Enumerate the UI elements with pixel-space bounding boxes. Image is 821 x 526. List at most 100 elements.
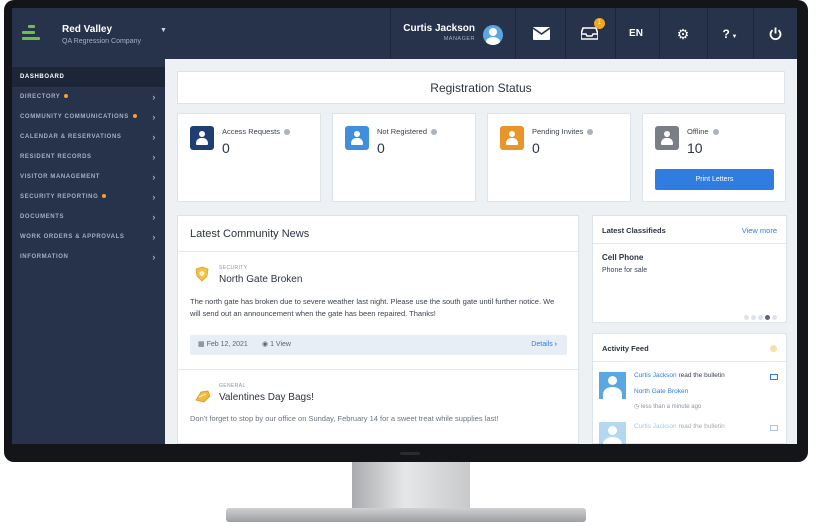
- sidebar: DASHBOARD DIRECTORY › COMMUNITY COMMUNICA…: [12, 59, 165, 444]
- chevron-right-icon: ›: [152, 152, 156, 162]
- divider: [178, 369, 578, 370]
- news-views: 1 View: [270, 341, 291, 348]
- chevron-right-icon: ›: [152, 132, 156, 142]
- settings-icon[interactable]: ⚙: [672, 24, 694, 44]
- sidebar-item-community-communications[interactable]: COMMUNITY COMMUNICATIONS ›: [12, 107, 165, 127]
- classified-title[interactable]: Cell Phone: [602, 253, 643, 262]
- user-role: MANAGER: [443, 36, 475, 42]
- info-icon[interactable]: [431, 129, 438, 136]
- news-body: The north gate has broken due to severe …: [190, 297, 555, 318]
- activity-feed-panel: Activity Feed Curtis Jackson read the bu…: [592, 333, 787, 444]
- police-badge-icon: [194, 266, 210, 282]
- divider: [390, 8, 391, 59]
- chevron-right-icon: ›: [554, 341, 557, 348]
- mail-icon: [770, 374, 778, 380]
- info-icon[interactable]: [712, 129, 719, 136]
- stat-value: 0: [222, 140, 230, 156]
- chevron-right-icon: ›: [152, 212, 156, 222]
- registration-status-title: Registration Status: [177, 71, 785, 104]
- news-category: GENERAL: [219, 383, 246, 389]
- divider: [565, 8, 566, 59]
- user-menu[interactable]: Curtis Jackson MANAGER: [403, 23, 475, 42]
- activity-action: read the bulletin: [678, 423, 725, 430]
- alert-dot: [64, 94, 69, 99]
- sidebar-item-calendar[interactable]: CALENDAR & RESERVATIONS ›: [12, 127, 165, 147]
- sidebar-item-dashboard[interactable]: DASHBOARD: [12, 67, 165, 87]
- candy-icon: [194, 388, 211, 404]
- carousel-dot[interactable]: [765, 315, 770, 320]
- sidebar-item-information[interactable]: INFORMATION ›: [12, 247, 165, 267]
- chevron-right-icon: ›: [152, 252, 156, 262]
- sidebar-item-resident-records[interactable]: RESIDENT RECORDS ›: [12, 147, 165, 167]
- brand-subtitle: QA Regression Company: [62, 38, 141, 45]
- stat-label: Access Requests: [222, 127, 280, 136]
- power-icon[interactable]: [764, 24, 786, 44]
- sidebar-item-label: SECURITY REPORTING: [20, 194, 99, 200]
- info-icon[interactable]: [587, 129, 594, 136]
- user-name: Curtis Jackson: [403, 23, 475, 34]
- classifieds-title: Latest Classifieds: [602, 226, 666, 235]
- sidebar-item-security-reporting[interactable]: SECURITY REPORTING ›: [12, 187, 165, 207]
- monitor-stand-neck: [352, 462, 470, 512]
- activity-entry: Curtis Jackson read the bulletin: [634, 423, 725, 430]
- sidebar-item-label: COMMUNITY COMMUNICATIONS: [20, 114, 129, 120]
- brand-name[interactable]: Red Valley: [62, 24, 112, 35]
- classified-description: Phone for sale: [602, 267, 648, 274]
- news-headline[interactable]: Valentines Day Bags!: [219, 392, 314, 403]
- chevron-right-icon: ›: [152, 172, 156, 182]
- user-icon: [190, 126, 214, 150]
- sidebar-item-documents[interactable]: DOCUMENTS ›: [12, 207, 165, 227]
- top-bar: Red Valley QA Regression Company ▼ Curti…: [12, 8, 797, 59]
- user-icon: [500, 126, 524, 150]
- activity-user-link[interactable]: Curtis Jackson: [634, 423, 677, 430]
- sidebar-item-label: CALENDAR & RESERVATIONS: [20, 134, 122, 140]
- carousel-dot[interactable]: [758, 315, 763, 320]
- sidebar-item-label: INFORMATION: [20, 254, 69, 260]
- stat-card-not-registered[interactable]: Not Registered 0: [332, 113, 476, 202]
- sidebar-item-label: DOCUMENTS: [20, 214, 65, 220]
- carousel-dot[interactable]: [751, 315, 756, 320]
- sidebar-item-label: WORK ORDERS & APPROVALS: [20, 234, 125, 240]
- view-more-link[interactable]: View more: [742, 226, 777, 235]
- avatar[interactable]: [483, 25, 503, 45]
- chevron-down-icon[interactable]: ▼: [160, 27, 167, 34]
- carousel-dot[interactable]: [772, 315, 777, 320]
- calendar-icon: ▦: [198, 341, 207, 348]
- stat-card-pending-invites[interactable]: Pending Invites 0: [487, 113, 631, 202]
- activity-target-link[interactable]: North Gate Broken: [634, 388, 688, 395]
- details-link[interactable]: Details ›: [531, 335, 557, 355]
- divider: [593, 361, 786, 362]
- alert-dot: [102, 194, 107, 199]
- divider: [593, 243, 786, 244]
- help-icon[interactable]: ? ▼: [716, 24, 744, 44]
- carousel-dots: [742, 307, 777, 325]
- activity-user-link[interactable]: Curtis Jackson: [634, 372, 677, 379]
- user-icon: [345, 126, 369, 150]
- divider: [515, 8, 516, 59]
- sidebar-item-label: VISITOR MANAGEMENT: [20, 174, 101, 180]
- chevron-right-icon: ›: [152, 232, 156, 242]
- carousel-dot[interactable]: [744, 315, 749, 320]
- stat-value: 0: [377, 140, 385, 156]
- mail-icon[interactable]: [530, 24, 552, 44]
- news-headline[interactable]: North Gate Broken: [219, 274, 302, 285]
- stat-label: Not Registered: [377, 127, 428, 136]
- sidebar-item-label: RESIDENT RECORDS: [20, 154, 92, 160]
- print-letters-button[interactable]: Print Letters: [655, 169, 774, 190]
- monitor-light: [400, 452, 420, 455]
- divider: [178, 251, 578, 252]
- alert-dot: [132, 114, 137, 119]
- sidebar-item-label: DASHBOARD: [20, 74, 65, 80]
- language-selector[interactable]: EN: [624, 24, 648, 44]
- stat-value: 0: [532, 140, 540, 156]
- chevron-right-icon: ›: [152, 112, 156, 122]
- stat-card-offline[interactable]: Offline 10 Print Letters: [642, 113, 786, 202]
- logo-icon: [22, 23, 40, 43]
- info-icon[interactable]: [283, 129, 290, 136]
- sidebar-item-visitor-management[interactable]: VISITOR MANAGEMENT ›: [12, 167, 165, 187]
- sidebar-item-work-orders[interactable]: WORK ORDERS & APPROVALS ›: [12, 227, 165, 247]
- monitor-stand-base: [226, 508, 586, 522]
- stat-card-access-requests[interactable]: Access Requests 0: [177, 113, 321, 202]
- sidebar-item-directory[interactable]: DIRECTORY ›: [12, 87, 165, 107]
- activity-action: read the bulletin: [678, 372, 725, 379]
